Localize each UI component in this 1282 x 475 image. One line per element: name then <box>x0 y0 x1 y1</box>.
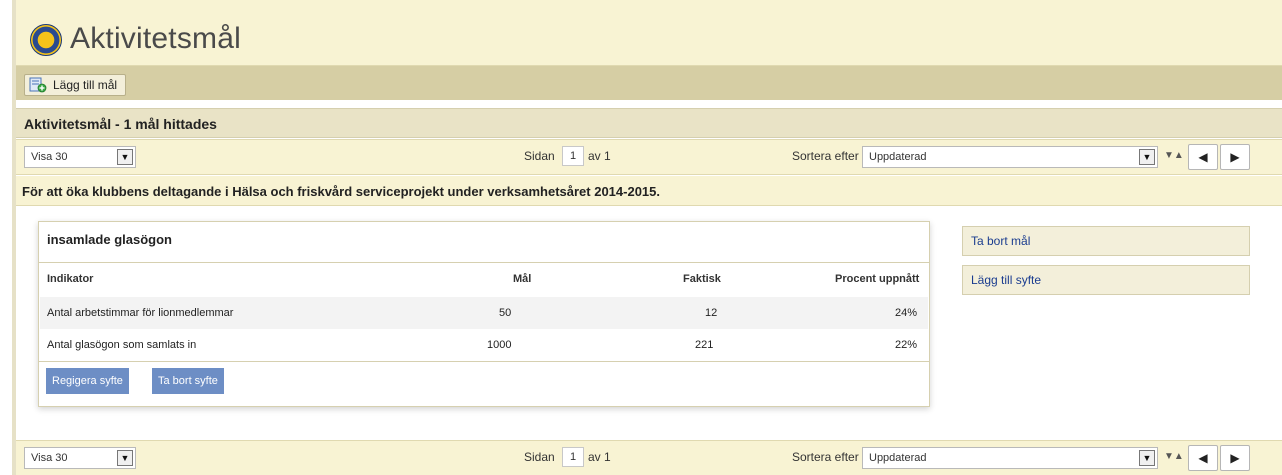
sort-select[interactable]: Uppdaterad ▼ <box>862 447 1158 469</box>
column-header-goal: Mål <box>513 273 532 285</box>
add-goal-button[interactable]: Lägg till mål <box>24 74 127 96</box>
sort-label: Sortera efter <box>792 149 859 163</box>
percent-cell: 24% <box>895 307 918 319</box>
sort-direction-icon[interactable]: ▼▲ <box>1164 150 1184 164</box>
edit-purpose-button[interactable]: Regigera syfte <box>46 368 129 394</box>
sort-select[interactable]: Uppdaterad ▼ <box>862 146 1158 168</box>
actual-cell: 221 <box>695 339 714 351</box>
toolbar: Lägg till mål <box>16 66 1282 100</box>
actual-cell: 12 <box>705 307 718 319</box>
remove-goal-link[interactable]: Ta bort mål <box>962 226 1250 256</box>
add-purpose-link[interactable]: Lägg till syfte <box>962 265 1250 295</box>
indicator-cell: Antal glasögon som samlats in <box>47 339 197 351</box>
chevron-down-icon[interactable]: ▼ <box>1139 450 1155 466</box>
percent-cell: 22% <box>895 339 918 351</box>
sort-label: Sortera efter <box>792 450 859 464</box>
table-row: Antal glasögon som samlats in 1000 221 2… <box>40 329 928 361</box>
goal-cell: 1000 <box>487 339 512 351</box>
content-area: insamlade glasögon Indikator Mål Faktisk… <box>16 207 1282 440</box>
column-header-percent: Procent uppnått <box>835 273 920 285</box>
purpose-text: För att öka klubbens deltagande i Hälsa … <box>22 184 660 199</box>
next-page-button[interactable]: ▶ <box>1220 144 1250 170</box>
chevron-down-icon[interactable]: ▼ <box>1139 149 1155 165</box>
previous-page-button[interactable]: ◀ <box>1188 445 1218 471</box>
column-header-indicator: Indikator <box>47 273 94 285</box>
next-page-button[interactable]: ▶ <box>1220 445 1250 471</box>
chevron-down-icon[interactable]: ▼ <box>117 450 133 466</box>
table-row: Antal arbetstimmar för lionmedlemmar 50 … <box>40 297 928 329</box>
sort-value: Uppdaterad <box>869 452 927 464</box>
goal-card: insamlade glasögon Indikator Mål Faktisk… <box>38 221 930 407</box>
page-label: Sidan <box>524 149 555 163</box>
page-title: Aktivitetsmål <box>70 22 241 55</box>
title-bar: Aktivitetsmål <box>16 0 1282 66</box>
column-header-actual: Faktisk <box>683 273 721 285</box>
indicator-cell: Antal arbetstimmar för lionmedlemmar <box>47 307 234 319</box>
page-size-select[interactable]: Visa 30 ▼ <box>24 447 136 469</box>
purpose-description: För att öka klubbens deltagande i Hälsa … <box>16 176 1282 206</box>
results-count-bar: Aktivitetsmål - 1 mål hittades <box>16 108 1282 138</box>
sort-value: Uppdaterad <box>869 151 927 163</box>
page-size-value: Visa 30 <box>31 452 68 464</box>
chevron-down-icon[interactable]: ▼ <box>117 149 133 165</box>
add-goal-label: Lägg till mål <box>53 78 118 92</box>
goal-cell: 50 <box>499 307 512 319</box>
page-size-select[interactable]: Visa 30 ▼ <box>24 146 136 168</box>
page-number-input[interactable]: 1 <box>562 146 584 166</box>
lions-logo-icon <box>30 24 62 56</box>
main-frame: Aktivitetsmål Lägg till mål Aktivitetsmå… <box>16 0 1282 475</box>
page-number-input[interactable]: 1 <box>562 447 584 467</box>
page-label: Sidan <box>524 450 555 464</box>
page-of-label: av 1 <box>588 450 611 464</box>
previous-page-button[interactable]: ◀ <box>1188 144 1218 170</box>
pager-bottom: Visa 30 ▼ Sidan 1 av 1 Sortera efter Upp… <box>16 440 1282 475</box>
add-document-icon <box>29 77 47 93</box>
page-size-value: Visa 30 <box>31 151 68 163</box>
divider <box>39 361 929 362</box>
page-of-label: av 1 <box>588 149 611 163</box>
results-count: Aktivitetsmål - 1 mål hittades <box>24 116 217 132</box>
remove-purpose-button[interactable]: Ta bort syfte <box>152 368 224 394</box>
left-rail <box>0 0 16 475</box>
divider <box>39 262 929 263</box>
goal-title: insamlade glasögon <box>47 232 172 247</box>
pager-top: Visa 30 ▼ Sidan 1 av 1 Sortera efter Upp… <box>16 139 1282 175</box>
sort-direction-icon[interactable]: ▼▲ <box>1164 451 1184 465</box>
